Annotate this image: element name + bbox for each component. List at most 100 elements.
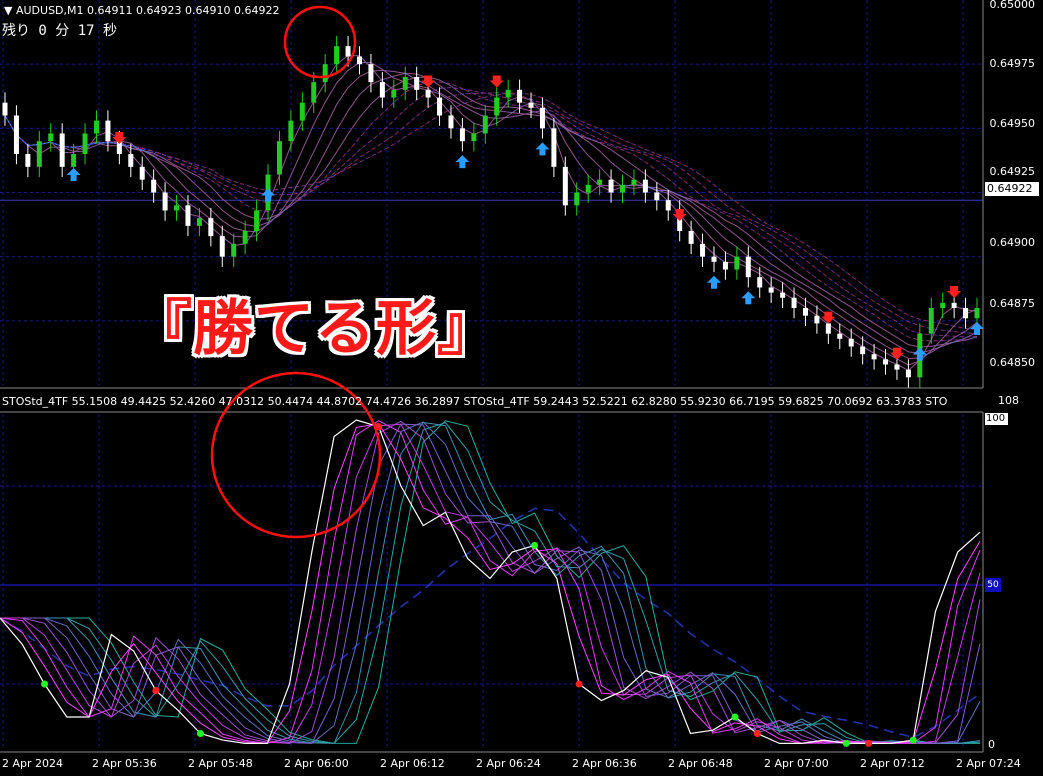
buy-arrow-icon <box>455 155 470 169</box>
candle-body <box>642 179 648 193</box>
candle-body <box>757 277 763 288</box>
sell-arrow-icon <box>821 311 836 324</box>
candle-body <box>208 218 214 237</box>
buy-arrow-icon <box>66 168 81 181</box>
candle-body <box>517 89 523 103</box>
candle-body <box>471 133 477 142</box>
symbol-header-text: AUDUSD,M1 0.64911 0.64923 0.64910 0.6492… <box>15 4 280 17</box>
candle-body <box>82 133 88 154</box>
sell-arrow-icon <box>947 286 962 298</box>
price-label: 0.64925 <box>989 165 1036 178</box>
candle-body <box>345 46 351 57</box>
candle-body <box>391 89 397 98</box>
candle-body <box>414 77 420 90</box>
candle-body <box>860 346 866 355</box>
candle-body <box>128 154 134 167</box>
buy-arrow-icon <box>912 347 927 361</box>
candle-body <box>322 64 328 83</box>
candle-body <box>25 154 31 167</box>
stochastic-sell-dot <box>753 730 761 737</box>
overlay-caption: 『勝てる形』 <box>132 294 498 364</box>
candle-body <box>437 97 443 116</box>
candle-body <box>574 192 580 206</box>
stochastic-sell-dot <box>152 687 160 695</box>
candle-body <box>505 89 511 98</box>
candle-body <box>608 179 614 193</box>
candle-body <box>848 338 854 347</box>
candle-countdown: 残り 0 分 17 秒 <box>2 23 118 39</box>
candle-body <box>459 128 465 142</box>
candle-body <box>597 179 603 185</box>
time-label: 2 Apr 2024 <box>2 757 64 770</box>
stochastic-buy-dot <box>842 739 850 747</box>
candle-body <box>2 102 8 116</box>
stochastic-buy-dot <box>909 736 917 744</box>
candle-body <box>59 133 65 167</box>
stochastic-line <box>0 420 981 744</box>
indicator-scale-bottom: 0 <box>988 738 995 751</box>
time-label: 2 Apr 06:36 <box>572 757 637 770</box>
candle-body <box>402 77 408 90</box>
price-label: 0.64900 <box>989 236 1036 249</box>
candle-body <box>814 315 820 324</box>
candle-body <box>963 308 969 319</box>
time-label: 2 Apr 07:00 <box>764 757 829 770</box>
current-price-badge: 0.64922 <box>985 182 1039 196</box>
candle-body <box>71 154 77 167</box>
candle-body <box>539 107 545 129</box>
candle-body <box>928 308 934 334</box>
stochastic-sell-dot <box>575 680 583 688</box>
candle-body <box>974 308 980 319</box>
candle-body <box>242 231 248 244</box>
candle-body <box>688 231 694 244</box>
time-label: 2 Apr 07:24 <box>956 757 1021 770</box>
buy-arrow-icon <box>741 291 756 305</box>
candle-body <box>356 56 362 65</box>
highlight-circle-price <box>283 5 357 79</box>
candle-body <box>745 256 751 278</box>
candle-body <box>802 308 808 316</box>
candle-body <box>311 82 317 103</box>
candle-body <box>139 166 145 180</box>
candle-body <box>768 287 774 293</box>
stochastic-line <box>0 421 981 744</box>
candle-body <box>36 141 42 167</box>
stochastic-buy-dot <box>41 680 49 688</box>
candle-body <box>185 205 191 226</box>
time-label: 2 Apr 06:00 <box>284 757 349 770</box>
candle-body <box>722 261 728 270</box>
candle-body <box>791 297 797 308</box>
candle-body <box>871 354 877 360</box>
candle-body <box>151 179 157 193</box>
stochastic-main-line <box>0 419 981 745</box>
stochastic-indicator <box>0 419 981 747</box>
candle-body <box>631 179 637 185</box>
candle-body <box>700 243 706 257</box>
price-label: 0.65000 <box>989 0 1036 11</box>
candle-body <box>894 364 900 370</box>
stochastic-line <box>0 423 981 744</box>
time-label: 2 Apr 06:48 <box>668 757 733 770</box>
dropdown-triangle-icon[interactable]: ▼ <box>4 4 12 17</box>
sell-arrow-icon <box>489 75 504 88</box>
candle-body <box>562 166 568 206</box>
time-label: 2 Apr 07:12 <box>860 757 925 770</box>
stochastic-buy-dot <box>731 713 739 721</box>
candle-body <box>780 292 786 298</box>
indicator-header: STOStd_4TF 55.1508 49.4425 52.4260 47.03… <box>2 395 948 408</box>
chart-canvas[interactable] <box>0 0 1043 776</box>
stochastic-line <box>0 421 981 744</box>
chart-grid <box>0 0 983 750</box>
buy-arrow-icon <box>706 275 721 289</box>
price-label: 0.64875 <box>989 297 1036 310</box>
stochastic-line <box>0 423 981 744</box>
candle-body <box>528 102 534 108</box>
buy-arrow-icon <box>535 142 550 156</box>
candle-body <box>379 82 385 98</box>
candle-body <box>825 323 831 334</box>
candle-body <box>951 302 957 308</box>
price-label: 0.64850 <box>989 356 1036 369</box>
stochastic-buy-dot <box>196 730 204 737</box>
candle-body <box>883 359 889 365</box>
price-label: 0.64975 <box>989 57 1036 70</box>
